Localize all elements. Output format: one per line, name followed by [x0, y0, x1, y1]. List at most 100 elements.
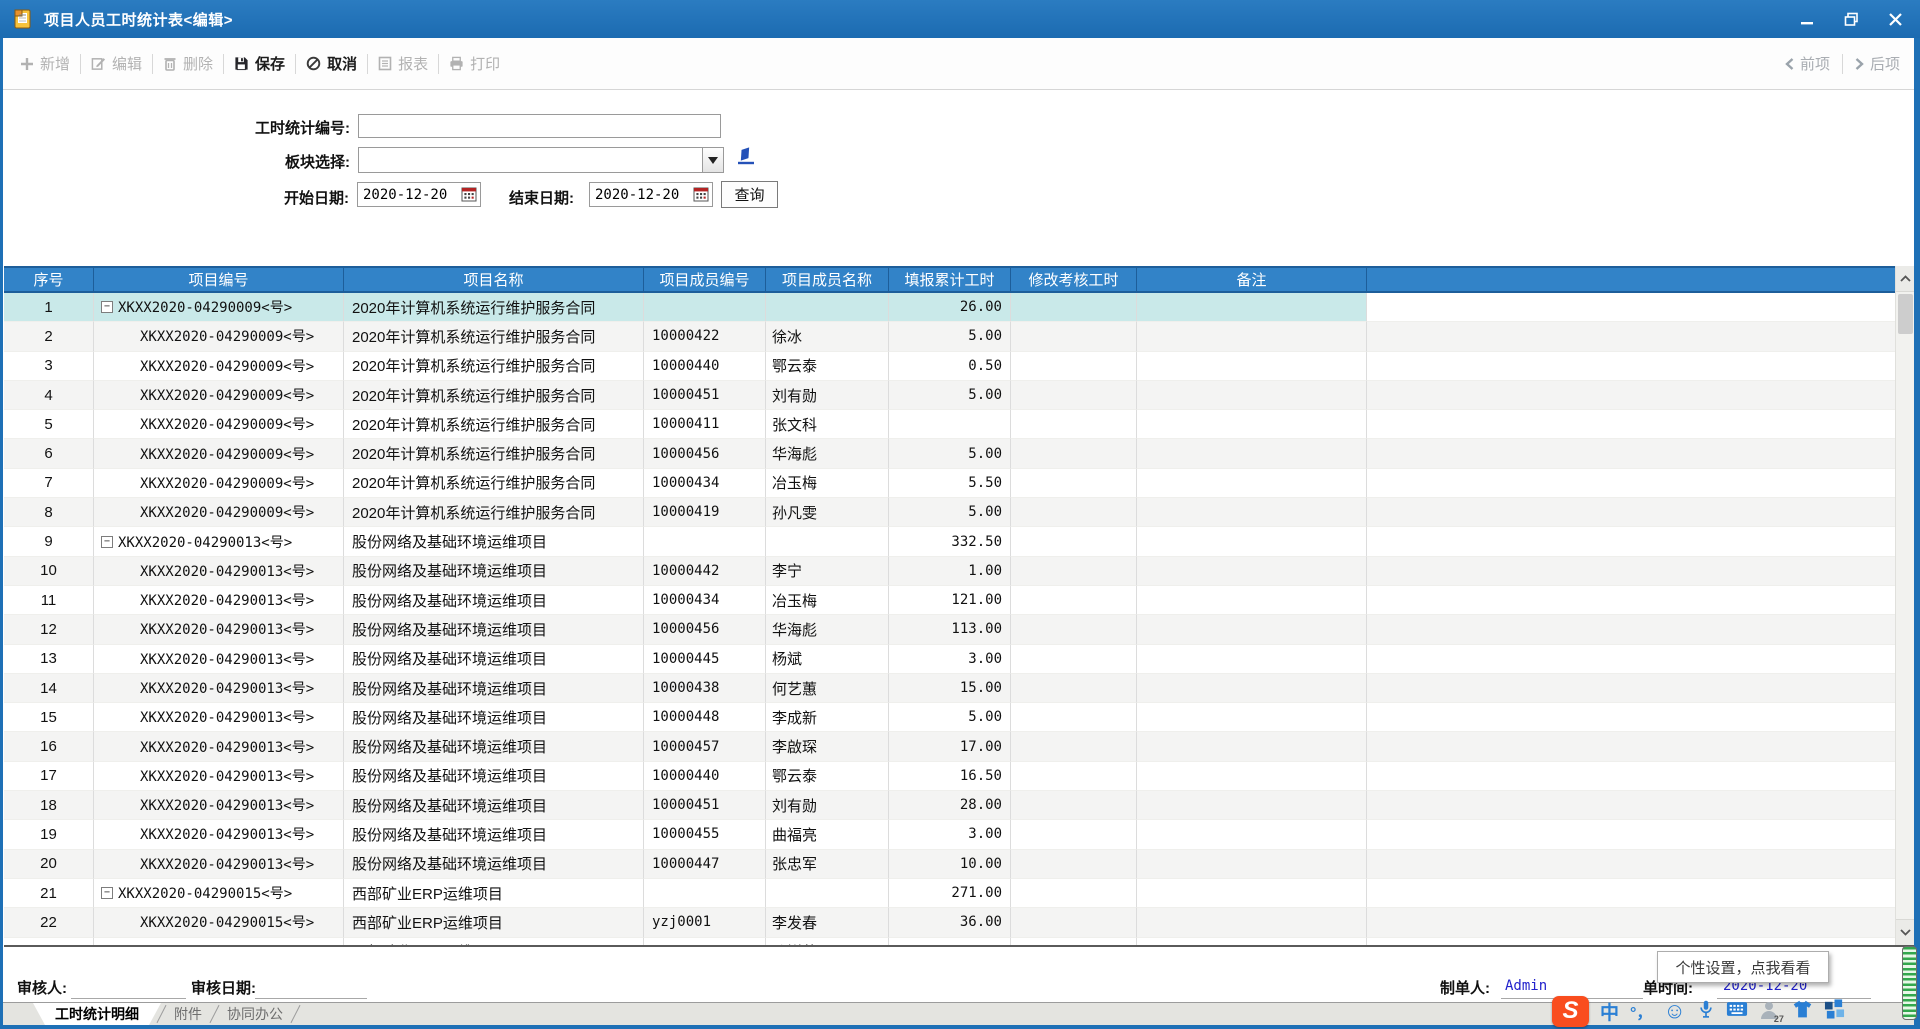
cell-project-code[interactable]: XKXX2020-04290013<号> — [94, 791, 344, 820]
cell-member-name[interactable]: 冶玉梅 — [766, 469, 889, 498]
cell-adjusted-hours[interactable] — [1011, 674, 1137, 703]
cell-adjusted-hours[interactable] — [1011, 820, 1137, 849]
cell-member-name[interactable] — [766, 293, 889, 322]
table-row[interactable]: 3XKXX2020-04290009<号>2020年计算机系统运行维护服务合同1… — [4, 352, 1895, 381]
cell-hours[interactable]: 332.50 — [889, 527, 1011, 556]
cell-project-name[interactable]: 股份网络及基础环境运维项目 — [344, 703, 644, 732]
tab-hours-detail[interactable]: 工时统计明细 — [33, 1003, 161, 1025]
table-row[interactable]: 4XKXX2020-04290009<号>2020年计算机系统运行维护服务合同1… — [4, 381, 1895, 410]
cell-member-id[interactable]: 10000451 — [644, 381, 766, 410]
cell-member-id[interactable]: 10000448 — [644, 703, 766, 732]
chinese-mode-icon[interactable]: 中 — [1600, 998, 1619, 1025]
cell-project-code[interactable]: −XKXX2020-04290013<号> — [94, 527, 344, 556]
cell-hours[interactable]: 26.00 — [889, 293, 1011, 322]
cell-adjusted-hours[interactable] — [1011, 381, 1137, 410]
cell-hours[interactable]: 5.00 — [889, 703, 1011, 732]
report-button[interactable]: 报表 — [368, 53, 438, 74]
cell-member-name[interactable]: 张忠军 — [766, 850, 889, 879]
cell-seq[interactable]: 22 — [4, 908, 94, 937]
table-row[interactable]: 22XKXX2020-04290015<号>西部矿业ERP运维项目yzj0001… — [4, 908, 1895, 937]
print-button[interactable]: 打印 — [439, 53, 510, 74]
cell-adjusted-hours[interactable] — [1011, 615, 1137, 644]
cell-note[interactable] — [1137, 645, 1367, 674]
cell-note[interactable] — [1137, 674, 1367, 703]
cell-note[interactable] — [1137, 791, 1367, 820]
cell-project-code[interactable]: XKXX2020-04290009<号> — [94, 352, 344, 381]
cell-project-code[interactable]: XKXX2020-04290013<号> — [94, 850, 344, 879]
cell-adjusted-hours[interactable] — [1011, 938, 1137, 945]
cell-member-id[interactable]: 10000440 — [644, 762, 766, 791]
cell-adjusted-hours[interactable] — [1011, 322, 1137, 351]
cell-member-id[interactable]: 10000442 — [644, 557, 766, 586]
cell-project-name[interactable]: 西部矿业ERP运维项目 — [344, 879, 644, 908]
end-date-calendar-button[interactable] — [693, 187, 709, 207]
cell-member-id[interactable]: 10000456 — [644, 615, 766, 644]
cell-note[interactable] — [1137, 381, 1367, 410]
stat-no-input[interactable] — [358, 114, 721, 138]
cell-member-name[interactable]: 李啟琛 — [766, 732, 889, 761]
start-date-calendar-button[interactable] — [461, 187, 477, 207]
cell-hours[interactable]: 28.00 — [889, 791, 1011, 820]
table-row[interactable]: 7XKXX2020-04290009<号>2020年计算机系统运行维护服务合同1… — [4, 469, 1895, 498]
soft-keyboard-button[interactable] — [1726, 1001, 1748, 1022]
cell-project-name[interactable]: 股份网络及基础环境运维项目 — [344, 557, 644, 586]
column-header-hours[interactable]: 填报累计工时 — [889, 268, 1011, 291]
toolbox-button[interactable] — [1824, 998, 1845, 1024]
cell-project-name[interactable]: 股份网络及基础环境运维项目 — [344, 850, 644, 879]
cell-member-name[interactable]: 李发春 — [766, 908, 889, 937]
table-row[interactable]: 13XKXX2020-04290013<号>股份网络及基础环境运维项目10000… — [4, 645, 1895, 674]
table-row[interactable]: 5XKXX2020-04290009<号>2020年计算机系统运行维护服务合同1… — [4, 410, 1895, 439]
cell-member-id[interactable]: 10000438 — [644, 674, 766, 703]
cell-project-code[interactable]: XKXX2020-04290013<号> — [94, 674, 344, 703]
table-row[interactable]: 6XKXX2020-04290009<号>2020年计算机系统运行维护服务合同1… — [4, 439, 1895, 468]
cell-project-code[interactable]: XKXX2020-04290013<号> — [94, 615, 344, 644]
tab-attachments[interactable]: 附件 — [162, 1003, 214, 1025]
cell-note[interactable] — [1137, 293, 1367, 322]
cancel-button[interactable]: 取消 — [296, 53, 367, 74]
table-row[interactable]: 15XKXX2020-04290013<号>股份网络及基础环境运维项目10000… — [4, 703, 1895, 732]
table-row[interactable]: 19XKXX2020-04290013<号>股份网络及基础环境运维项目10000… — [4, 820, 1895, 849]
cell-seq[interactable]: 14 — [4, 674, 94, 703]
cell-member-name[interactable]: 华海彪 — [766, 615, 889, 644]
cell-adjusted-hours[interactable] — [1011, 908, 1137, 937]
cell-member-name[interactable]: 杨斌 — [766, 645, 889, 674]
cell-project-name[interactable]: 股份网络及基础环境运维项目 — [344, 586, 644, 615]
punctuation-icon[interactable]: °， — [1630, 999, 1652, 1023]
cell-member-id[interactable]: 10000434 — [644, 586, 766, 615]
cell-note[interactable] — [1137, 850, 1367, 879]
cell-project-name[interactable]: 2020年计算机系统运行维护服务合同 — [344, 469, 644, 498]
table-row[interactable]: 12XKXX2020-04290013<号>股份网络及基础环境运维项目10000… — [4, 615, 1895, 644]
close-button[interactable] — [1884, 8, 1906, 30]
cell-member-name[interactable]: 冶玉梅 — [766, 586, 889, 615]
cell-project-name[interactable]: 2020年计算机系统运行维护服务合同 — [344, 498, 644, 527]
cell-note[interactable] — [1137, 938, 1367, 945]
cell-note[interactable] — [1137, 557, 1367, 586]
cell-hours[interactable]: 17.00 — [889, 732, 1011, 761]
cell-seq[interactable]: 9 — [4, 527, 94, 556]
cell-member-name[interactable]: 李宁 — [766, 557, 889, 586]
cell-seq[interactable]: 21 — [4, 879, 94, 908]
cell-project-code[interactable]: XKXX2020-04290013<号> — [94, 703, 344, 732]
cell-hours[interactable]: 271.00 — [889, 879, 1011, 908]
cell-note[interactable] — [1137, 498, 1367, 527]
table-row[interactable]: 18XKXX2020-04290013<号>股份网络及基础环境运维项目10000… — [4, 791, 1895, 820]
cell-seq[interactable]: 5 — [4, 410, 94, 439]
section-input[interactable] — [359, 148, 702, 172]
cell-project-code[interactable]: XKXX2020-04290013<号> — [94, 586, 344, 615]
cell-seq[interactable]: 4 — [4, 381, 94, 410]
cell-member-name[interactable] — [766, 879, 889, 908]
cell-project-name[interactable]: 2020年计算机系统运行维护服务合同 — [344, 439, 644, 468]
tab-collaboration[interactable]: 协同办公 — [215, 1003, 295, 1025]
cell-member-name[interactable]: 刘有勋 — [766, 381, 889, 410]
cell-seq[interactable]: 18 — [4, 791, 94, 820]
cell-member-id[interactable]: 10000422 — [644, 322, 766, 351]
cell-adjusted-hours[interactable] — [1011, 791, 1137, 820]
table-row[interactable]: 10XKXX2020-04290013<号>股份网络及基础环境运维项目10000… — [4, 557, 1895, 586]
scroll-up-button[interactable] — [1896, 266, 1915, 292]
cell-member-id[interactable]: 10000457 — [644, 732, 766, 761]
cell-seq[interactable]: 13 — [4, 645, 94, 674]
column-header-project-name[interactable]: 项目名称 — [344, 268, 644, 291]
cell-member-id[interactable]: 10000456 — [644, 439, 766, 468]
personalization-tooltip[interactable]: 个性设置，点我看看 — [1657, 951, 1829, 983]
cell-project-name[interactable]: 股份网络及基础环境运维项目 — [344, 674, 644, 703]
